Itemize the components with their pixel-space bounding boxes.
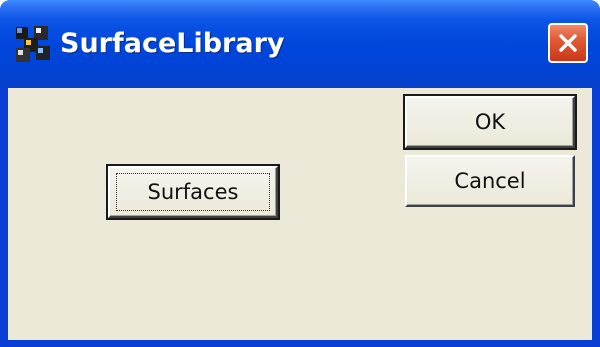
close-button[interactable] bbox=[548, 23, 588, 63]
dialog-window: SurfaceLibrary OK Cancel Surfaces bbox=[0, 0, 600, 347]
title-bar[interactable]: SurfaceLibrary bbox=[0, 0, 600, 88]
window-title: SurfaceLibrary bbox=[60, 28, 285, 59]
ok-button-label: OK bbox=[474, 110, 506, 134]
surface-library-app-icon bbox=[16, 26, 50, 62]
close-x-icon bbox=[559, 34, 577, 52]
cancel-button-label: Cancel bbox=[454, 169, 526, 193]
dialog-client-area: OK Cancel Surfaces bbox=[8, 88, 592, 340]
cancel-button[interactable]: Cancel bbox=[405, 155, 575, 207]
ok-button[interactable]: OK bbox=[403, 94, 577, 150]
surfaces-button[interactable]: Surfaces bbox=[106, 164, 280, 220]
surfaces-button-label: Surfaces bbox=[147, 180, 239, 204]
